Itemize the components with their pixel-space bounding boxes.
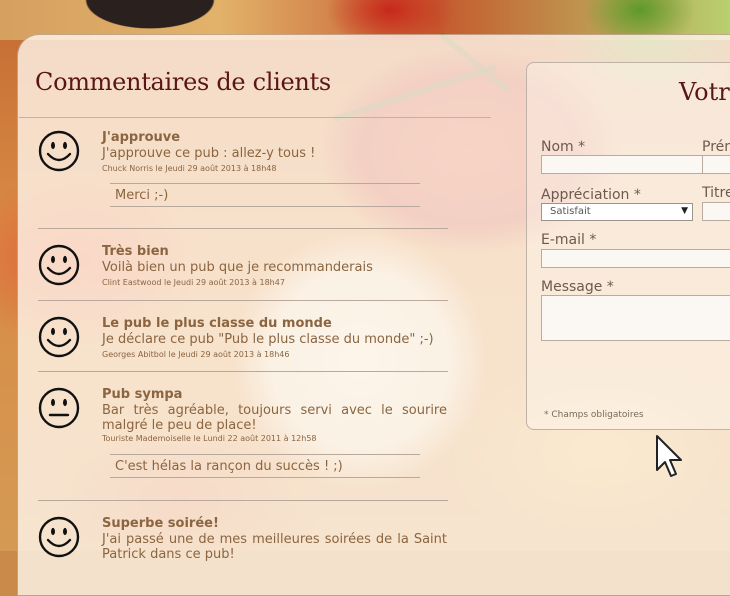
review-title: Superbe soirée! — [102, 516, 219, 531]
review-reply: Merci ;-) — [110, 183, 420, 207]
firstname-input[interactable] — [702, 155, 730, 174]
review-separator — [38, 371, 448, 372]
name-label: Nom * — [541, 139, 586, 155]
happy-smiley-icon — [38, 316, 80, 358]
review-item: Le pub le plus classe du monde Je déclar… — [38, 316, 448, 366]
review-reply-text: Merci ;-) — [115, 188, 169, 203]
reviews-title: Commentaires de clients — [35, 68, 331, 96]
review-text: Je déclare ce pub "Pub le plus classe du… — [102, 332, 434, 347]
name-input[interactable] — [541, 155, 703, 174]
email-input[interactable] — [541, 249, 730, 268]
review-title: Très bien — [102, 244, 169, 259]
review-item: Superbe soirée! J'ai passé une de mes me… — [38, 516, 448, 562]
review-separator — [38, 300, 448, 301]
required-fields-note: * Champs obligatoires — [544, 410, 644, 420]
review-title: Pub sympa — [102, 387, 183, 402]
title-input[interactable] — [702, 202, 730, 221]
review-text: Voilà bien un pub que je recommanderais — [102, 260, 373, 275]
happy-smiley-icon — [38, 244, 80, 286]
review-reply-text: C'est hélas la rançon du succès ! ;) — [115, 459, 343, 474]
review-title: Le pub le plus classe du monde — [102, 316, 332, 331]
form-title: Votr — [679, 78, 730, 106]
message-label: Message * — [541, 279, 614, 295]
message-textarea[interactable] — [541, 295, 730, 341]
review-item: Pub sympa Bar très agréable, toujours se… — [38, 387, 448, 487]
review-item: Très bien Voilà bien un pub que je recom… — [38, 244, 448, 294]
title-label: Titre — [702, 185, 730, 201]
review-meta: Touriste Mademoiselle le Lundi 22 août 2… — [102, 434, 317, 443]
review-meta: Chuck Norris le Jeudi 29 août 2013 à 18h… — [102, 164, 277, 173]
review-text: J'ai passé une de mes meilleures soirées… — [102, 532, 447, 562]
review-text: J'approuve ce pub : allez-y tous ! — [102, 146, 316, 161]
title-divider — [19, 117, 491, 118]
firstname-label: Prén — [702, 139, 730, 155]
review-separator — [38, 500, 448, 501]
email-label: E-mail * — [541, 232, 597, 248]
review-separator — [38, 228, 448, 229]
review-title: J'approuve — [102, 130, 181, 145]
mouse-cursor-icon — [656, 435, 682, 477]
review-text: Bar très agréable, toujours servi avec l… — [102, 403, 447, 433]
review-meta: Clint Eastwood le Jeudi 29 août 2013 à 1… — [102, 278, 285, 287]
rating-selected-value: Satisfait — [550, 206, 591, 217]
review-reply: C'est hélas la rançon du succès ! ;) — [110, 454, 420, 478]
neutral-smiley-icon — [38, 387, 80, 429]
review-meta: Georges Abitbol le Jeudi 29 août 2013 à … — [102, 350, 290, 359]
dropdown-arrow-icon: ▼ — [681, 206, 688, 216]
rating-select[interactable]: Satisfait ▼ — [541, 203, 693, 221]
rating-label: Appréciation * — [541, 187, 641, 203]
review-item: J'approuve J'approuve ce pub : allez-y t… — [38, 130, 448, 210]
happy-smiley-icon — [38, 516, 80, 558]
happy-smiley-icon — [38, 130, 80, 172]
